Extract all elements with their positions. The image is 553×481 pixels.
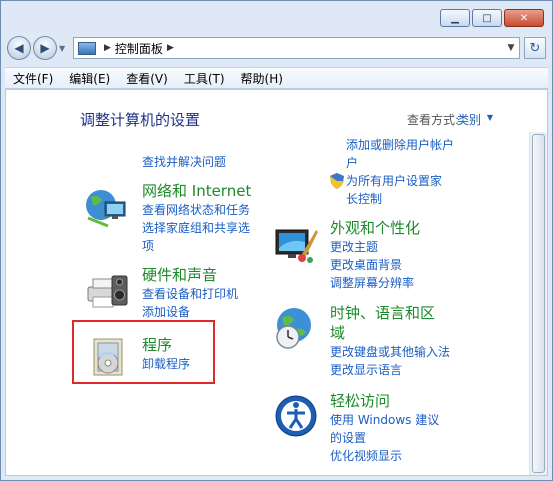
vertical-scrollbar[interactable] — [529, 132, 547, 475]
forward-arrow-icon: ▶ — [40, 41, 50, 55]
menu-file[interactable]: 文件(F) — [5, 70, 61, 87]
windows-suggest-link[interactable]: 使用 Windows 建议 — [330, 411, 439, 429]
parental-controls-link-cont[interactable]: 长控制 — [346, 190, 442, 208]
ease-title[interactable]: 轻松访问 — [330, 391, 439, 411]
troubleshoot-partial: 查找并解决问题 — [142, 153, 226, 171]
category-clock: 时钟、语言和区 域 更改键盘或其他输入法 更改显示语言 — [330, 303, 450, 379]
devices-printers-link[interactable]: 查看设备和打印机 — [142, 285, 238, 303]
refresh-button[interactable]: ↻ — [524, 37, 546, 59]
homegroup-link[interactable]: 选择家庭组和共享选 — [142, 219, 251, 237]
menu-help[interactable]: 帮助(H) — [233, 70, 291, 87]
network-title[interactable]: 网络和 Internet — [142, 181, 251, 201]
page-title: 调整计算机的设置 — [80, 111, 201, 129]
clock-title-line1[interactable]: 时钟、语言和区 — [330, 303, 450, 323]
category-hardware: 硬件和声音 查看设备和打印机 添加设备 — [142, 265, 238, 321]
menu-bar: 文件(F) 编辑(E) 查看(V) 工具(T) 帮助(H) — [5, 67, 548, 89]
optimize-video-link[interactable]: 优化视频显示 — [330, 447, 439, 465]
address-bar[interactable]: ▶ 控制面板 ▶ ▼ — [73, 37, 520, 59]
parental-controls-link[interactable]: 为所有用户设置家 — [346, 172, 442, 190]
windows-suggest-link-cont[interactable]: 的设置 — [330, 429, 439, 447]
control-panel-window: ▁ □ ✕ ◀ ▶ ▼ ▶ 控制面板 ▶ ▼ ↻ 文件(F) 编辑(E) 查看(… — [0, 0, 553, 481]
view-by-dropdown-arrow-icon[interactable]: ▼ — [487, 113, 493, 122]
user-accounts-partial: 添加或删除用户帐户 户 — [346, 136, 454, 172]
screen-resolution-link[interactable]: 调整屏幕分辨率 — [330, 274, 420, 292]
menu-view[interactable]: 查看(V) — [118, 70, 176, 87]
category-appearance: 外观和个性化 更改主题 更改桌面背景 调整屏幕分辨率 — [330, 218, 420, 292]
menu-tools[interactable]: 工具(T) — [176, 70, 233, 87]
network-icon[interactable] — [82, 184, 130, 232]
shield-icon — [328, 172, 346, 190]
network-status-link[interactable]: 查看网络状态和任务 — [142, 201, 251, 219]
appearance-icon[interactable] — [272, 220, 320, 268]
address-dropdown-icon[interactable]: ▼ — [503, 43, 519, 53]
breadcrumb-arrow-icon[interactable]: ▶ — [104, 43, 111, 53]
appearance-title[interactable]: 外观和个性化 — [330, 218, 420, 238]
back-button[interactable]: ◀ — [7, 36, 31, 60]
clock-title-line2[interactable]: 域 — [330, 323, 450, 343]
refresh-icon: ↻ — [529, 40, 541, 56]
back-arrow-icon: ◀ — [14, 41, 24, 55]
maximize-button[interactable]: □ — [472, 9, 502, 27]
navigation-bar: ◀ ▶ ▼ ▶ 控制面板 ▶ ▼ ↻ — [7, 33, 546, 63]
hardware-title[interactable]: 硬件和声音 — [142, 265, 238, 285]
change-display-language-link[interactable]: 更改显示语言 — [330, 361, 450, 379]
window-controls: ▁ □ ✕ — [440, 9, 544, 27]
minimize-button[interactable]: ▁ — [440, 9, 470, 27]
control-panel-icon — [78, 41, 96, 55]
programs-highlight-box — [72, 320, 215, 384]
close-button[interactable]: ✕ — [504, 9, 544, 27]
change-background-link[interactable]: 更改桌面背景 — [330, 256, 420, 274]
category-network: 网络和 Internet 查看网络状态和任务 选择家庭组和共享选 项 — [142, 181, 251, 255]
view-by-label: 查看方式: — [406, 113, 459, 127]
category-ease-of-access: 轻松访问 使用 Windows 建议 的设置 优化视频显示 — [330, 391, 439, 465]
parental-controls: 为所有用户设置家 长控制 — [346, 172, 442, 208]
breadcrumb-control-panel[interactable]: 控制面板 — [115, 40, 163, 57]
ease-of-access-icon[interactable] — [272, 392, 320, 440]
scrollbar-thumb[interactable] — [532, 134, 545, 473]
troubleshoot-link[interactable]: 查找并解决问题 — [142, 153, 226, 171]
add-remove-users-link-cont[interactable]: 户 — [346, 154, 454, 172]
homegroup-link-cont[interactable]: 项 — [142, 237, 251, 255]
add-device-link[interactable]: 添加设备 — [142, 303, 238, 321]
add-remove-users-link[interactable]: 添加或删除用户帐户 — [346, 136, 454, 154]
menu-edit[interactable]: 编辑(E) — [61, 70, 118, 87]
hardware-sound-icon[interactable] — [82, 267, 130, 315]
content-pane: 调整计算机的设置 查看方式: 类别 ▼ 查找并解决问题 网络和 Internet… — [5, 89, 548, 476]
recent-pages-dropdown[interactable]: ▼ — [59, 44, 69, 53]
forward-button[interactable]: ▶ — [33, 36, 57, 60]
change-theme-link[interactable]: 更改主题 — [330, 238, 420, 256]
change-keyboard-link[interactable]: 更改键盘或其他输入法 — [330, 343, 450, 361]
view-by-dropdown[interactable]: 类别 — [457, 111, 481, 128]
breadcrumb-arrow-icon[interactable]: ▶ — [167, 43, 174, 53]
clock-language-region-icon[interactable] — [272, 305, 320, 353]
